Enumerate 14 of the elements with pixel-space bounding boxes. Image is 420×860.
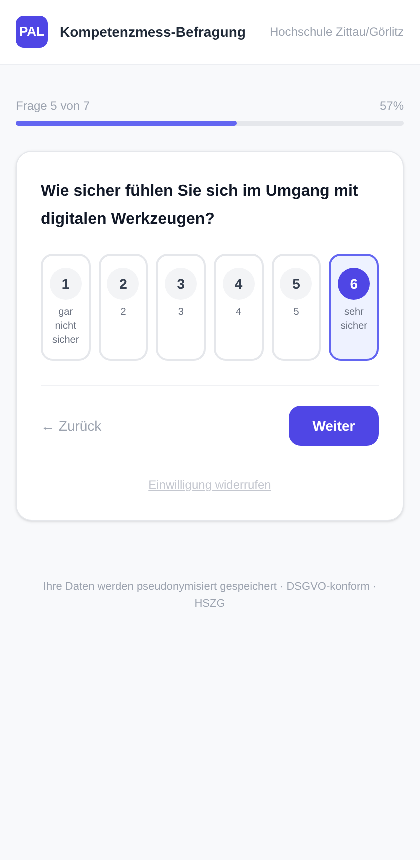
rating-option[interactable]: 1 gar nicht sicher: [41, 254, 91, 361]
institution-name: Hochschule Zittau/Görlitz: [270, 24, 404, 41]
rating-option[interactable]: 5 5: [272, 254, 322, 361]
progress-label: Frage 5 von 7: [16, 98, 90, 115]
app-title: Kompetenzmess-Befragung: [60, 22, 246, 42]
progress-percent: 57%: [380, 98, 404, 115]
privacy-footer: Ihre Daten werden pseudonymisiert gespeichert · DSGVO-konform · HSZG: [16, 579, 404, 613]
rating-option[interactable]: 2 2: [98, 254, 148, 361]
rating-option[interactable]: 3 3: [156, 254, 206, 361]
question-text: Wie sicher fühlen Sie sich im Umgang mit digitalen Werkzeugen?: [41, 182, 360, 230]
app-logo: PAL: [16, 16, 48, 48]
next-button[interactable]: Weiter: [289, 406, 379, 446]
rating-option[interactable]: 6 sehr sicher: [329, 254, 379, 361]
rating-option[interactable]: 4 4: [214, 254, 264, 361]
